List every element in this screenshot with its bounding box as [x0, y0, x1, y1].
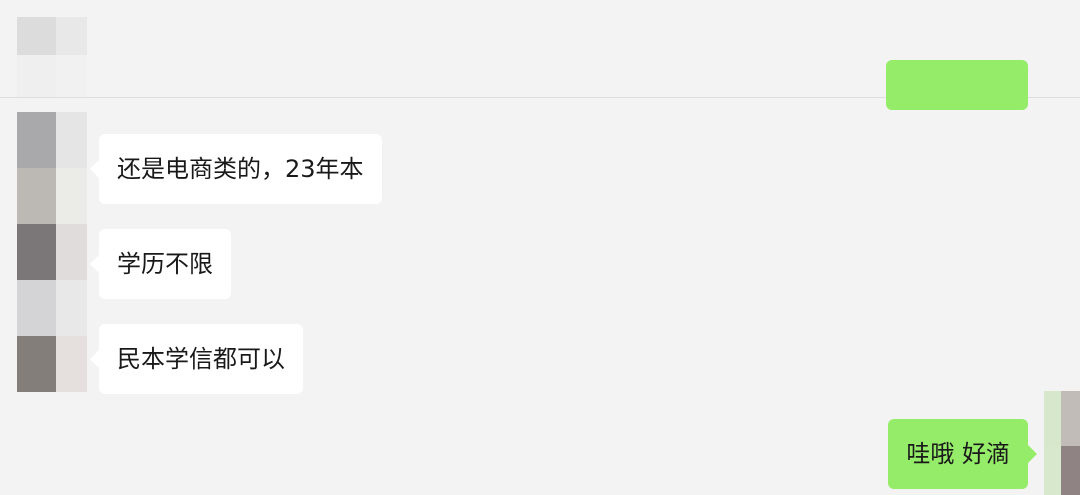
outgoing-message-bubble-partial[interactable] — [886, 60, 1028, 110]
message-text: 哇哦 好滴 — [906, 440, 1010, 468]
incoming-message-bubble[interactable]: 民本学信都可以 — [90, 324, 303, 394]
contact-avatar — [17, 112, 87, 392]
outgoing-message-bubble[interactable]: 哇哦 好滴 — [888, 419, 1037, 489]
incoming-message-bubble[interactable]: 学历不限 — [90, 229, 231, 299]
message-text: 民本学信都可以 — [117, 345, 285, 373]
incoming-message-bubble[interactable]: 还是电商类的，23年本 — [90, 134, 382, 204]
self-avatar — [1044, 391, 1080, 495]
contact-name-redacted — [17, 17, 87, 97]
message-text: 学历不限 — [117, 250, 213, 278]
message-text: 还是电商类的，23年本 — [117, 155, 364, 183]
